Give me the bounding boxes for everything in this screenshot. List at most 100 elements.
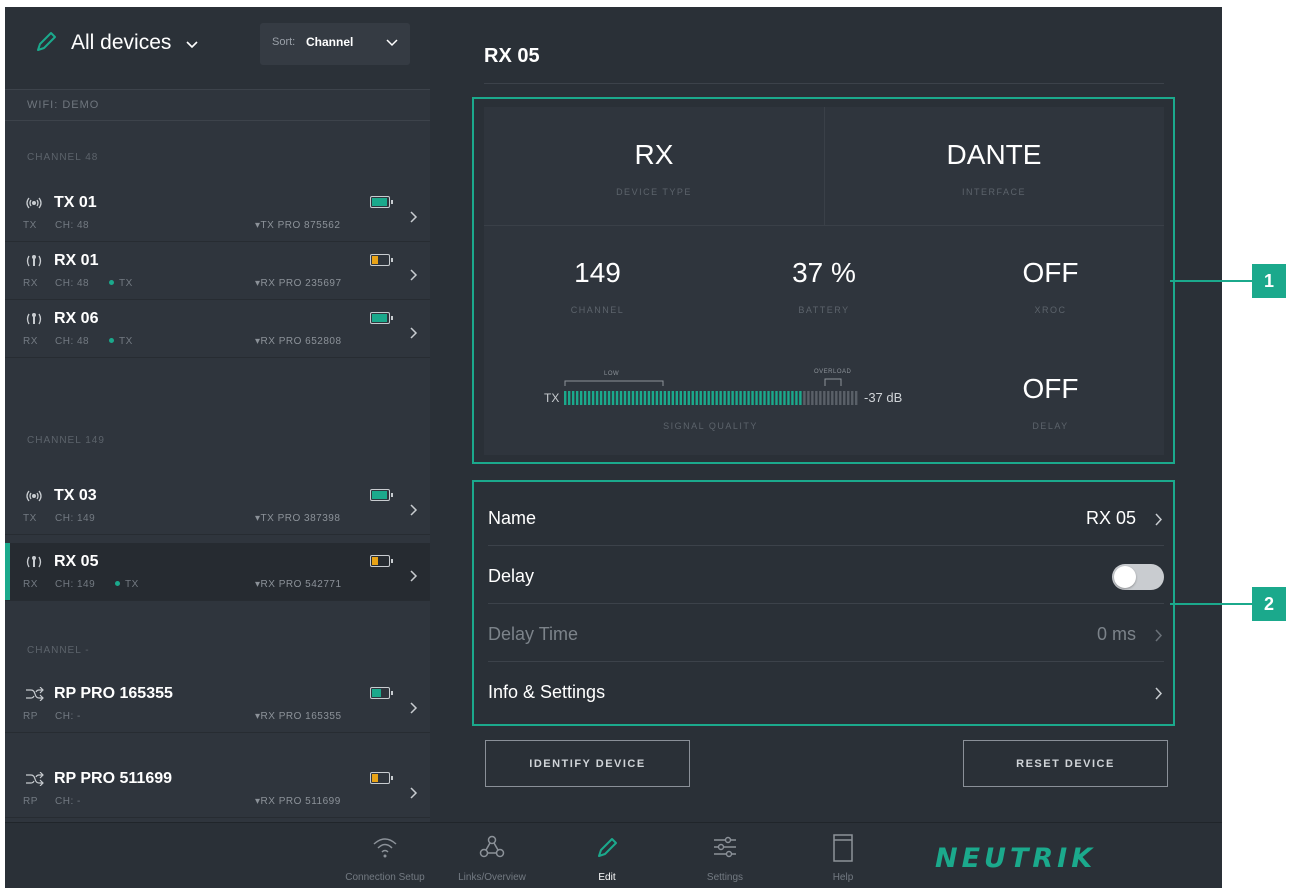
nav-label: Edit bbox=[598, 872, 616, 883]
device-network-id: ▾RX PRO 652808 bbox=[255, 336, 342, 347]
delay-status-label: DELAY bbox=[1032, 421, 1069, 431]
signal-overload-label: OVERLOAD bbox=[814, 369, 852, 375]
device-channel: CH: 149 bbox=[55, 513, 96, 524]
chevron-right-icon bbox=[410, 327, 418, 339]
delay-status-value: OFF bbox=[1022, 373, 1079, 404]
delay-time-value: 0 ms bbox=[1096, 624, 1136, 644]
battery-icon bbox=[370, 687, 393, 699]
device-item-tx01[interactable]: TX 01 TX CH: 48 ▾TX PRO 875562 bbox=[5, 184, 430, 242]
device-status-panel: RX DEVICE TYPE DANTE INTERFACE 149 CHANN… bbox=[472, 97, 1175, 464]
device-channel: CH: 48 bbox=[55, 278, 90, 289]
sliders-icon bbox=[714, 836, 736, 858]
callout-badge-2: 2 bbox=[1252, 587, 1286, 621]
chevron-right-icon bbox=[1155, 687, 1162, 700]
sidebar-header: All devices Sort: Channel bbox=[5, 7, 430, 89]
chevron-down-icon bbox=[386, 39, 398, 47]
chevron-right-icon bbox=[1155, 513, 1162, 526]
device-link-status: TX bbox=[115, 579, 139, 590]
nav-help[interactable]: Help bbox=[793, 823, 893, 888]
chevron-right-icon bbox=[410, 504, 418, 516]
device-name: RX 06 bbox=[54, 310, 99, 327]
nav-label: Links/Overview bbox=[458, 872, 526, 883]
channel-label: CHANNEL bbox=[570, 305, 625, 315]
network-links-icon bbox=[479, 835, 505, 858]
battery-icon bbox=[370, 254, 393, 266]
delay-toggle[interactable] bbox=[1112, 564, 1164, 590]
sort-value: Channel bbox=[306, 35, 354, 49]
device-name: TX 01 bbox=[54, 194, 97, 211]
device-name: TX 03 bbox=[54, 487, 97, 504]
reset-device-button[interactable]: RESET DEVICE bbox=[963, 740, 1168, 787]
delay-time-label: Delay Time bbox=[488, 624, 579, 644]
channel-group-header: CHANNEL - bbox=[27, 645, 90, 656]
bottom-nav-bar: Connection Setup Links/Overview Edit Set… bbox=[5, 822, 1222, 888]
device-name: RX 05 bbox=[54, 553, 99, 570]
battery-label: BATTERY bbox=[798, 305, 850, 315]
device-channel: CH: - bbox=[55, 711, 81, 722]
transmitter-icon bbox=[26, 490, 42, 502]
device-type: RX bbox=[23, 579, 38, 590]
delay-time-row: Delay Time 0 ms bbox=[488, 604, 1164, 662]
signal-quality-meter bbox=[564, 391, 858, 405]
pencil-icon[interactable] bbox=[33, 29, 59, 55]
device-item-rp165355[interactable]: RP PRO 165355 RP CH: - ▾RX PRO 165355 bbox=[5, 675, 430, 733]
transmitter-icon bbox=[26, 197, 42, 209]
nav-edit[interactable]: Edit bbox=[557, 823, 657, 888]
identify-device-button[interactable]: IDENTIFY DEVICE bbox=[485, 740, 690, 787]
device-filter-label: All devices bbox=[71, 31, 172, 54]
sort-dropdown[interactable]: Sort: Channel bbox=[260, 23, 410, 65]
low-range-bracket bbox=[564, 380, 664, 386]
signal-db-value: -37 dB bbox=[864, 390, 903, 405]
app-window: All devices Sort: Channel WIFI: DEMO CHA… bbox=[5, 7, 1222, 888]
device-link-status: TX bbox=[109, 278, 133, 289]
nav-connection-setup[interactable]: Connection Setup bbox=[330, 823, 440, 888]
xroc-label: XROC bbox=[1034, 305, 1067, 315]
device-type-value: RX bbox=[634, 139, 674, 170]
status-grid: RX DEVICE TYPE DANTE INTERFACE 149 CHANN… bbox=[484, 107, 1164, 455]
device-name: RX 01 bbox=[54, 252, 99, 269]
nav-links-overview[interactable]: Links/Overview bbox=[437, 823, 547, 888]
help-book-icon bbox=[833, 834, 853, 862]
battery-icon bbox=[370, 312, 393, 324]
device-filter-dropdown[interactable]: All devices bbox=[71, 31, 199, 55]
nav-settings[interactable]: Settings bbox=[675, 823, 775, 888]
chevron-down-icon bbox=[186, 41, 198, 49]
device-type: RX bbox=[23, 278, 38, 289]
device-settings-panel: Name RX 05 Delay Delay Time 0 ms Info & … bbox=[472, 480, 1175, 726]
xroc-value: OFF bbox=[1022, 257, 1079, 288]
device-network-id: ▾RX PRO 165355 bbox=[255, 711, 342, 722]
battery-icon bbox=[370, 772, 393, 784]
device-item-rp511699[interactable]: RP PRO 511699 RP CH: - ▾RX PRO 511699 bbox=[5, 760, 430, 818]
info-settings-row[interactable]: Info & Settings bbox=[488, 662, 1164, 720]
device-network-id: ▾RX PRO 511699 bbox=[255, 796, 341, 807]
page-title: RX 05 bbox=[484, 45, 540, 67]
device-item-rx06[interactable]: RX 06 RX CH: 48 TX ▾RX PRO 652808 bbox=[5, 300, 430, 358]
device-name: RP PRO 511699 bbox=[54, 770, 173, 787]
channel-value: 149 bbox=[574, 257, 621, 288]
device-item-tx03[interactable]: TX 03 TX CH: 149 ▾TX PRO 387398 bbox=[5, 477, 430, 535]
device-network-id: ▾TX PRO 387398 bbox=[255, 513, 341, 524]
sort-label: Sort: bbox=[272, 36, 296, 48]
name-row[interactable]: Name RX 05 bbox=[488, 488, 1164, 546]
chevron-right-icon bbox=[1155, 629, 1162, 642]
signal-quality-label: SIGNAL QUALITY bbox=[663, 421, 758, 431]
receiver-icon bbox=[26, 313, 42, 325]
device-item-rx01[interactable]: RX 01 RX CH: 48 TX ▾RX PRO 235697 bbox=[5, 242, 430, 300]
interface-label: INTERFACE bbox=[961, 187, 1026, 197]
device-item-rx05[interactable]: RX 05 RX CH: 149 TX ▾RX PRO 542771 bbox=[5, 543, 430, 601]
interface-value: DANTE bbox=[946, 139, 1042, 170]
nav-label: Help bbox=[832, 872, 854, 883]
receiver-icon bbox=[26, 255, 42, 267]
toggle-knob bbox=[1114, 566, 1136, 588]
device-detail-pane: RX 05 RX DEVICE TYPE DANTE INTERFACE 149… bbox=[430, 7, 1222, 822]
chevron-right-icon bbox=[410, 269, 418, 281]
chevron-right-icon bbox=[410, 702, 418, 714]
device-channel: CH: 48 bbox=[55, 336, 90, 347]
channel-group-header: CHANNEL 149 bbox=[27, 435, 105, 446]
info-settings-label: Info & Settings bbox=[488, 682, 606, 702]
device-sidebar: All devices Sort: Channel WIFI: DEMO CHA… bbox=[5, 7, 430, 822]
channel-group-header: CHANNEL 48 bbox=[27, 152, 99, 163]
callout-line bbox=[1170, 603, 1252, 605]
receiver-icon bbox=[26, 556, 42, 568]
battery-icon bbox=[370, 196, 393, 208]
